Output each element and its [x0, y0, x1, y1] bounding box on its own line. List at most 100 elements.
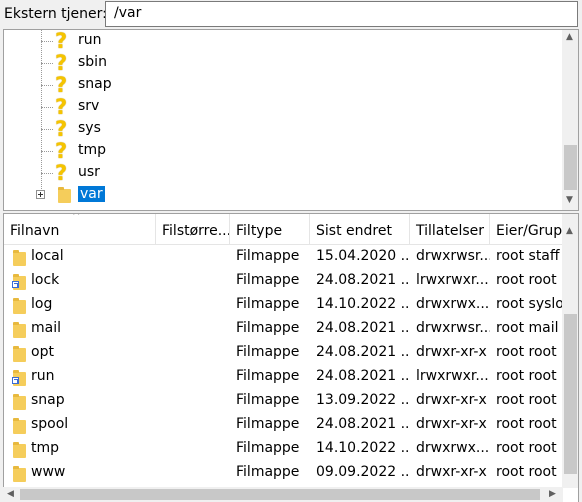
tree-connector [41, 63, 53, 64]
column-header-filename[interactable]: ^ Filnavn [4, 214, 156, 244]
tree-item[interactable]: var [4, 184, 564, 206]
scroll-up-arrow-icon[interactable]: ▲ [566, 32, 573, 42]
remote-path-bar: Ekstern tjener: /var [0, 0, 582, 30]
file-modified-cell: 14.10.2022 ... [316, 440, 410, 456]
column-header-filetype[interactable]: Filtype [230, 214, 310, 244]
file-modified-cell: 24.08.2021 ... [316, 416, 410, 432]
tree-item[interactable]: ? sys [4, 118, 564, 140]
tree-item[interactable]: ? sbin [4, 52, 564, 74]
file-permissions-cell: drwxr-xr-x [416, 416, 487, 432]
shortcut-arrow-icon [12, 377, 19, 384]
file-name-cell: local [31, 248, 64, 264]
tree-item-label: srv [78, 98, 100, 114]
file-type-cell: Filmappe [236, 248, 300, 264]
tree-item-label: sbin [78, 54, 107, 70]
tree-connector [41, 41, 53, 42]
column-header-permissions[interactable]: Tillatelser [410, 214, 490, 244]
file-permissions-cell: drwxrwx... [416, 296, 490, 312]
expand-plus-icon[interactable] [36, 190, 45, 199]
file-row[interactable]: www Filmappe 09.09.2022 ... drwxr-xr-x root … [4, 461, 564, 485]
unknown-question-icon: ? [55, 161, 68, 185]
file-type-cell: Filmappe [236, 392, 300, 408]
list-horizontal-scrollbar[interactable]: ◀ ▶ [3, 487, 563, 502]
file-name-cell: run [31, 368, 55, 384]
file-permissions-cell: lrwxrwxr... [416, 272, 489, 288]
file-name-cell: snap [31, 392, 65, 408]
remote-path-input[interactable]: /var [105, 1, 578, 27]
file-row[interactable]: run Filmappe 24.08.2021 ... lrwxrwxr... root… [4, 365, 564, 389]
file-name-cell: mail [31, 320, 61, 336]
tree-item[interactable]: ? srv [4, 96, 564, 118]
file-modified-cell: 13.09.2022 ... [316, 392, 410, 408]
remote-file-list[interactable]: ^ Filnavn Filstørre... Filtype Sist endr… [3, 213, 579, 502]
tree-item[interactable]: ? snap [4, 74, 564, 96]
file-name-cell: www [31, 464, 66, 480]
tree-connector [41, 129, 53, 130]
file-owner-cell: root root [496, 416, 557, 432]
column-header-filesize[interactable]: Filstørre... [156, 214, 230, 244]
tree-vertical-scrollbar[interactable]: ▲ ▼ [562, 30, 578, 210]
scroll-right-arrow-icon[interactable]: ▶ [549, 489, 556, 499]
tree-item-label: var [78, 186, 105, 202]
file-row[interactable]: mail Filmappe 24.08.2021 ... drwxrwsr... roo… [4, 317, 564, 341]
tree-item-label: tmp [78, 142, 107, 158]
file-owner-cell: root root [496, 368, 557, 384]
scroll-up-arrow-icon[interactable]: ▲ [566, 226, 573, 236]
file-permissions-cell: drwxrwsr... [416, 248, 490, 264]
file-type-cell: Filmappe [236, 320, 300, 336]
file-permissions-cell: drwxr-xr-x [416, 392, 487, 408]
tree-item-label: usr [78, 164, 100, 180]
column-header-owner[interactable]: Eier/Grup... [490, 214, 570, 244]
shortcut-arrow-icon [12, 281, 19, 288]
file-row[interactable]: spool Filmappe 24.08.2021 ... drwxr-xr-x roo… [4, 413, 564, 437]
remote-directory-tree[interactable]: ? run? sbin ? snap? srv ? sys? tmp? usr var ▲ ▼ [3, 29, 579, 211]
folder-icon [58, 187, 71, 203]
unknown-question-icon: ? [55, 95, 68, 119]
tree-scroll-thumb[interactable] [564, 145, 577, 190]
file-row[interactable]: lock Filmappe 24.08.2021 ... lrwxrwxr... roo… [4, 269, 564, 293]
sort-ascending-icon: ^ [72, 214, 81, 222]
tree-connector [41, 173, 53, 174]
file-type-cell: Filmappe [236, 272, 300, 288]
tree-connector [41, 107, 53, 108]
file-row[interactable]: snap Filmappe 13.09.2022 ... drwxr-xr-x root… [4, 389, 564, 413]
file-name-cell: opt [31, 344, 54, 360]
file-name-cell: log [31, 296, 53, 312]
list-vertical-scrollbar[interactable]: ▲ [562, 214, 578, 488]
list-scroll-thumb[interactable] [564, 314, 577, 474]
file-permissions-cell: drwxrwsr... [416, 320, 490, 336]
remote-path-value: /var [114, 5, 142, 21]
unknown-question-icon: ? [55, 51, 68, 75]
file-type-cell: Filmappe [236, 296, 300, 312]
scroll-down-arrow-icon[interactable]: ▼ [566, 195, 573, 205]
file-modified-cell: 24.08.2021 ... [316, 320, 410, 336]
file-owner-cell: root root [496, 392, 557, 408]
file-row[interactable]: opt Filmappe 24.08.2021 ... drwxr-xr-x root … [4, 341, 564, 365]
file-list-header: ^ Filnavn Filstørre... Filtype Sist endr… [4, 214, 570, 245]
tree-item[interactable]: ? run [4, 30, 564, 52]
file-modified-cell: 15.04.2020 ... [316, 248, 410, 264]
file-name-cell: lock [31, 272, 60, 288]
file-name-cell: spool [31, 416, 69, 432]
file-row[interactable]: tmp Filmappe 14.10.2022 ... drwxrwx... root … [4, 437, 564, 461]
column-header-modified[interactable]: Sist endret [310, 214, 410, 244]
tree-item-label: sys [78, 120, 101, 136]
scroll-left-arrow-icon[interactable]: ◀ [7, 489, 14, 499]
unknown-question-icon: ? [55, 29, 68, 53]
list-hscroll-thumb[interactable] [20, 489, 540, 500]
file-permissions-cell: drwxrwx... [416, 440, 490, 456]
file-row[interactable]: log Filmappe 14.10.2022 ... drwxrwx... root … [4, 293, 568, 317]
file-permissions-cell: drwxr-xr-x [416, 464, 487, 480]
tree-connector [41, 151, 53, 152]
file-modified-cell: 09.09.2022 ... [316, 464, 410, 480]
tree-item[interactable]: ? usr [4, 162, 564, 184]
tree-item[interactable]: ? tmp [4, 140, 564, 162]
file-owner-cell: root root [496, 464, 557, 480]
file-row[interactable]: local Filmappe 15.04.2020 ... drwxrwsr... ro… [4, 245, 564, 269]
file-type-cell: Filmappe [236, 368, 300, 384]
tree-item-label: run [78, 32, 102, 48]
file-modified-cell: 24.08.2021 ... [316, 344, 410, 360]
file-type-cell: Filmappe [236, 464, 300, 480]
file-owner-cell: root root [496, 272, 557, 288]
file-modified-cell: 14.10.2022 ... [316, 296, 410, 312]
